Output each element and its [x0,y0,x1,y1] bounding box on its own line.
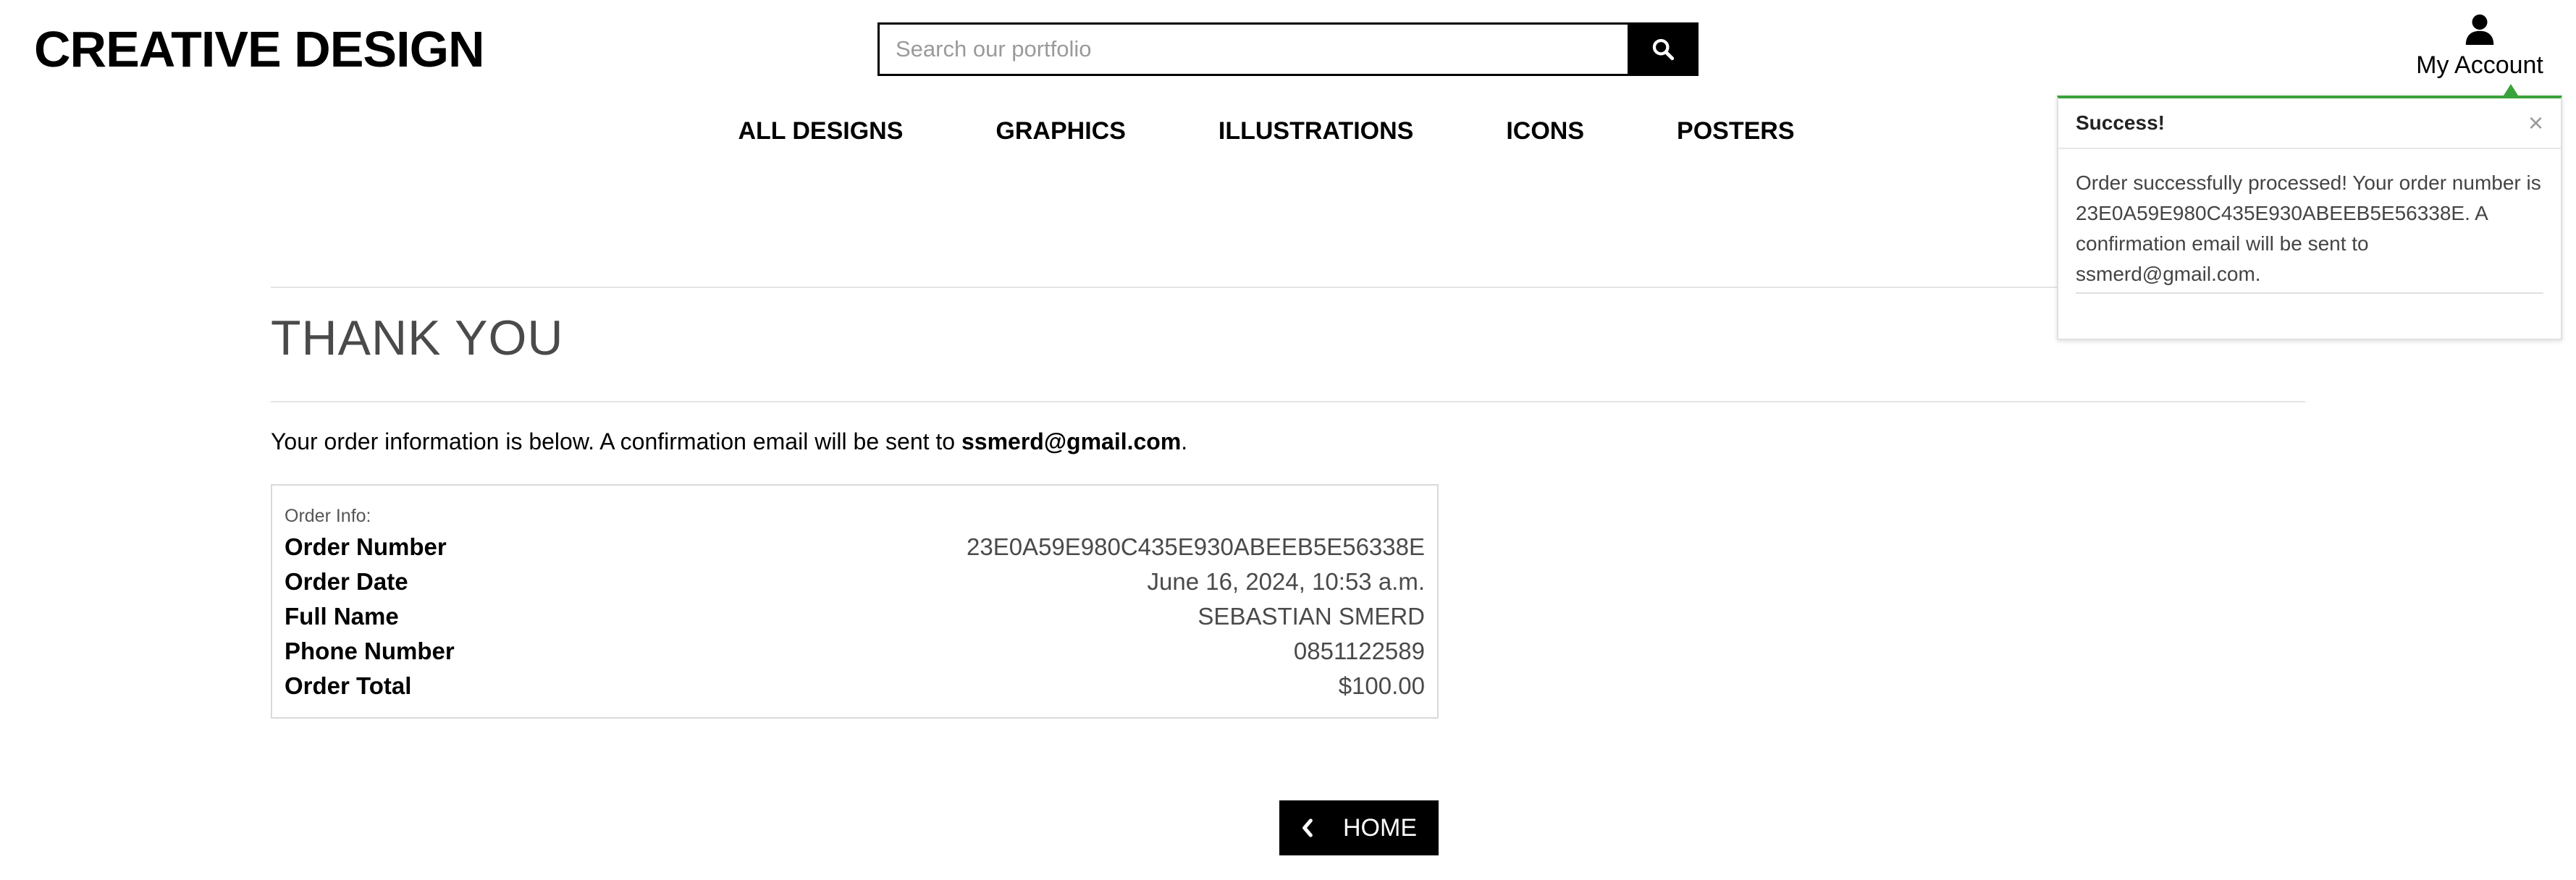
intro-prefix: Your order information is below. A confi… [271,428,961,454]
my-account-label: My Account [2416,51,2543,79]
order-date-value: June 16, 2024, 10:53 a.m. [1147,568,1425,595]
toast-title: Success! [2076,111,2165,134]
site-logo[interactable]: CREATIVE DESIGN [34,20,485,78]
divider-top [271,287,2305,288]
phone-number-label: Phone Number [285,638,455,664]
chevron-left-icon [1302,818,1313,837]
order-total-label: Order Total [285,672,412,699]
close-icon[interactable]: × [2528,110,2543,136]
order-info-caption: Order Info: [285,506,371,526]
search-button[interactable] [1628,22,1699,76]
order-row-date: Order Date June 16, 2024, 10:53 a.m. [285,564,1425,599]
toast-header: Success! × [2058,98,2561,149]
order-date-label: Order Date [285,568,408,595]
order-row-total: Order Total $100.00 [285,669,1425,703]
intro-email: ssmerd@gmail.com [961,428,1182,454]
order-info-box: Order Info: Order Number 23E0A59E980C435… [271,484,1439,719]
order-number-label: Order Number [285,533,447,560]
nav-graphics[interactable]: GRAPHICS [996,117,1125,145]
order-number-value: 23E0A59E980C435E930ABEEB5E56338E [966,533,1425,560]
success-toast: Success! × Order successfully processed!… [2057,84,2562,340]
page-title: THANK YOU [271,310,564,365]
toast-message: Order successfully processed! Your order… [2076,172,2541,285]
search-icon [1652,38,1675,61]
home-button[interactable]: HOME [1279,800,1439,855]
home-button-label: HOME [1343,813,1417,842]
search-bar [877,22,1699,76]
search-input[interactable] [877,22,1628,76]
phone-number-value: 0851122589 [1293,638,1425,664]
order-row-name: Full Name SEBASTIAN SMERD [285,599,1425,634]
divider-bottom [271,401,2305,402]
order-row-number: Order Number 23E0A59E980C435E930ABEEB5E5… [285,530,1425,564]
user-icon [2465,14,2494,45]
order-intro-text: Your order information is below. A confi… [271,428,1187,455]
intro-suffix: . [1181,428,1188,454]
toast-arrow [2504,84,2518,96]
nav-posters[interactable]: POSTERS [1677,117,1794,145]
order-total-value: $100.00 [1338,672,1425,699]
full-name-label: Full Name [285,603,399,630]
order-row-phone: Phone Number 0851122589 [285,634,1425,669]
full-name-value: SEBASTIAN SMERD [1197,603,1425,630]
nav-illustrations[interactable]: ILLUSTRATIONS [1218,117,1413,145]
nav-icons[interactable]: ICONS [1506,117,1584,145]
my-account-link[interactable]: My Account [2411,13,2548,80]
nav-all-designs[interactable]: ALL DESIGNS [738,117,903,145]
toast-divider [2076,292,2543,294]
